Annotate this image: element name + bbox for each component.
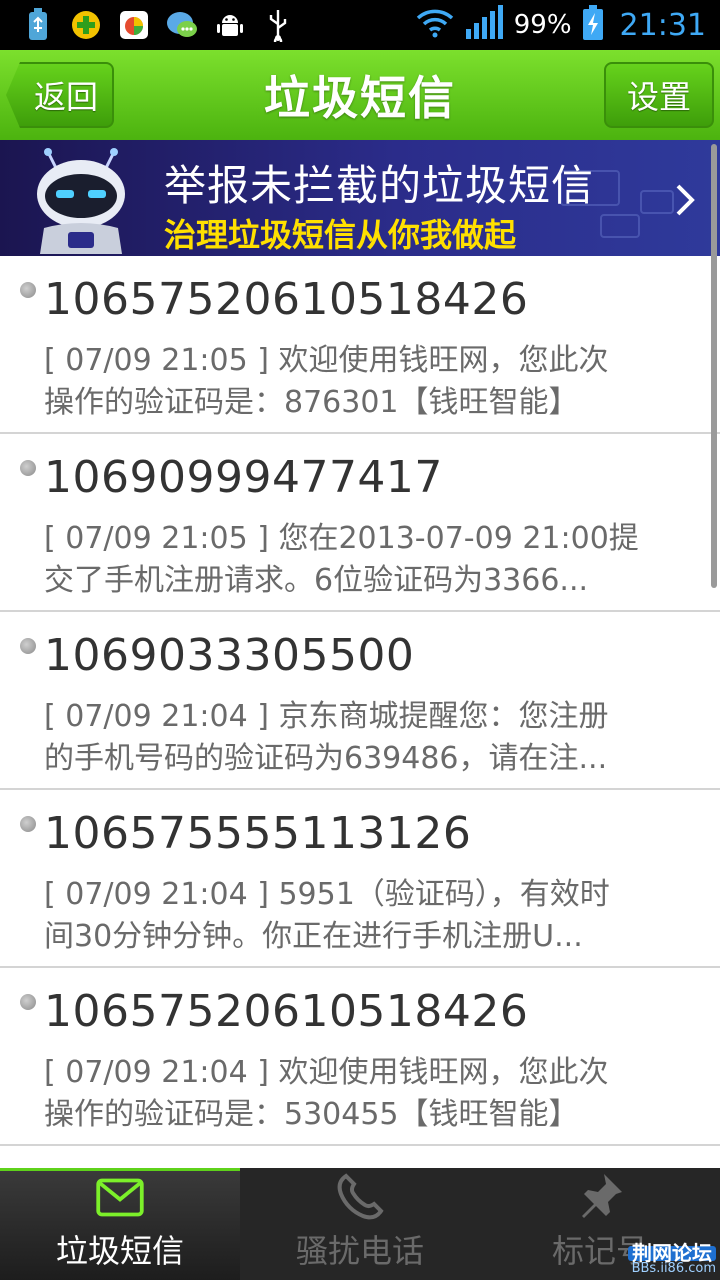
title-bar: 返回 垃圾短信 设置 [0,50,720,140]
watermark-url: BBs.ii86.com [631,1261,716,1276]
tab-label: 垃圾短信 [55,1232,184,1270]
battery-percent: 99% [513,10,572,40]
message-sender: 1069033305500 [44,630,415,681]
list-item[interactable]: 10657520610518426 [ 07/09 21:04 ] 欢迎使用钱旺… [0,968,720,1146]
message-preview-line: 操作的验证码是：876301【钱旺智能】 [44,385,579,420]
message-preview-line: [ 07/09 21:05 ] 您在2013-07-09 21:00提 [44,521,639,556]
message-preview: [ 07/09 21:04 ] 京东商城提醒您：您注册 的手机号码的验证码为63… [44,696,694,780]
message-sender: 106575555113126 [44,808,472,859]
decorative-bubble [600,214,640,238]
wifi-icon [416,8,454,42]
usb-icon [260,7,296,43]
usb-battery-icon [20,7,56,43]
status-bar-system: 99% 21:31 [416,5,720,45]
banner-subtitle: 治理垃圾短信从你我做起 [164,216,517,254]
pin-icon [582,1174,622,1218]
message-preview-line: [ 07/09 21:04 ] 欢迎使用钱旺网，您此次 [44,1055,609,1090]
message-preview-line: [ 07/09 21:04 ] 京东商城提醒您：您注册 [44,699,609,734]
chevron-right-icon [676,184,695,216]
list-item[interactable]: 1069033305500 [ 07/09 21:04 ] 京东商城提醒您：您注… [0,612,720,790]
watermark-title: 荆网论坛 [628,1243,716,1263]
list-scrollbar[interactable] [711,144,717,588]
tab-spam-sms[interactable]: 垃圾短信 [0,1168,240,1280]
phone-icon [337,1173,384,1220]
app-store-icon [116,7,152,43]
message-preview-line: [ 07/09 21:05 ] 欢迎使用钱旺网，您此次 [44,343,609,378]
tab-harassing-calls[interactable]: 骚扰电话 [240,1168,480,1280]
bottom-tab-bar: 垃圾短信 骚扰电话 标记号 荆网论坛 BBs.ii86.com [0,1168,720,1280]
message-preview-line: 操作的验证码是：530455【钱旺智能】 [44,1097,579,1132]
unread-dot-icon [20,816,36,832]
message-sender: 10690999477417 [44,452,443,503]
message-preview: [ 07/09 21:04 ] 欢迎使用钱旺网，您此次 操作的验证码是：5304… [44,1052,694,1136]
message-preview: [ 07/09 21:04 ] 5951（验证码），有效时 间30分钟分钟。你正… [44,874,694,958]
list-item[interactable]: 10690999477417 [ 07/09 21:05 ] 您在2013-07… [0,434,720,612]
envelope-icon [96,1178,144,1217]
battery-charging-icon [582,5,604,45]
tab-label: 骚扰电话 [295,1232,424,1270]
banner-title: 举报未拦截的垃圾短信 [164,161,595,210]
list-item[interactable]: 10657520610518426 [ 07/09 21:05 ] 欢迎使用钱旺… [0,256,720,434]
spam-message-list[interactable]: 10657520610518426 [ 07/09 21:05 ] 欢迎使用钱旺… [0,256,720,1168]
message-preview-line: 交了手机注册请求。6位验证码为3366... [44,563,589,598]
page-title: 垃圾短信 [264,71,456,125]
status-bar-notifications [0,7,296,43]
message-preview-line: 的手机号码的验证码为639486，请在注... [44,741,608,776]
android-icon [212,7,248,43]
message-preview-line: [ 07/09 21:04 ] 5951（验证码），有效时 [44,877,610,912]
watermark: 荆网论坛 BBs.ii86.com [628,1243,716,1276]
back-button[interactable]: 返回 [6,62,114,128]
message-preview: [ 07/09 21:05 ] 欢迎使用钱旺网，您此次 操作的验证码是：8763… [44,340,694,424]
list-item[interactable]: 106575555113126 [ 07/09 21:04 ] 5951（验证码… [0,790,720,968]
unread-dot-icon [20,282,36,298]
message-preview: [ 07/09 21:05 ] 您在2013-07-09 21:00提 交了手机… [44,518,694,602]
tab-marked-numbers[interactable]: 标记号 荆网论坛 BBs.ii86.com [480,1168,720,1280]
signal-icon [464,5,504,45]
message-preview-line: 间30分钟分钟。你正在进行手机注册U... [44,919,583,954]
report-spam-banner[interactable]: 举报未拦截的垃圾短信 治理垃圾短信从你我做起 [0,140,720,256]
unread-dot-icon [20,994,36,1010]
robot-mascot-icon [37,148,125,254]
unread-dot-icon [20,638,36,654]
settings-button[interactable]: 设置 [604,62,714,128]
unread-dot-icon [20,460,36,476]
status-bar: 99% 21:31 [0,0,720,50]
status-time: 21:31 [619,7,706,43]
decorative-bubble [640,190,674,214]
360-security-icon [68,7,104,43]
message-sender: 10657520610518426 [44,274,529,325]
chat-qq-icon [164,7,200,43]
message-sender: 10657520610518426 [44,986,529,1037]
